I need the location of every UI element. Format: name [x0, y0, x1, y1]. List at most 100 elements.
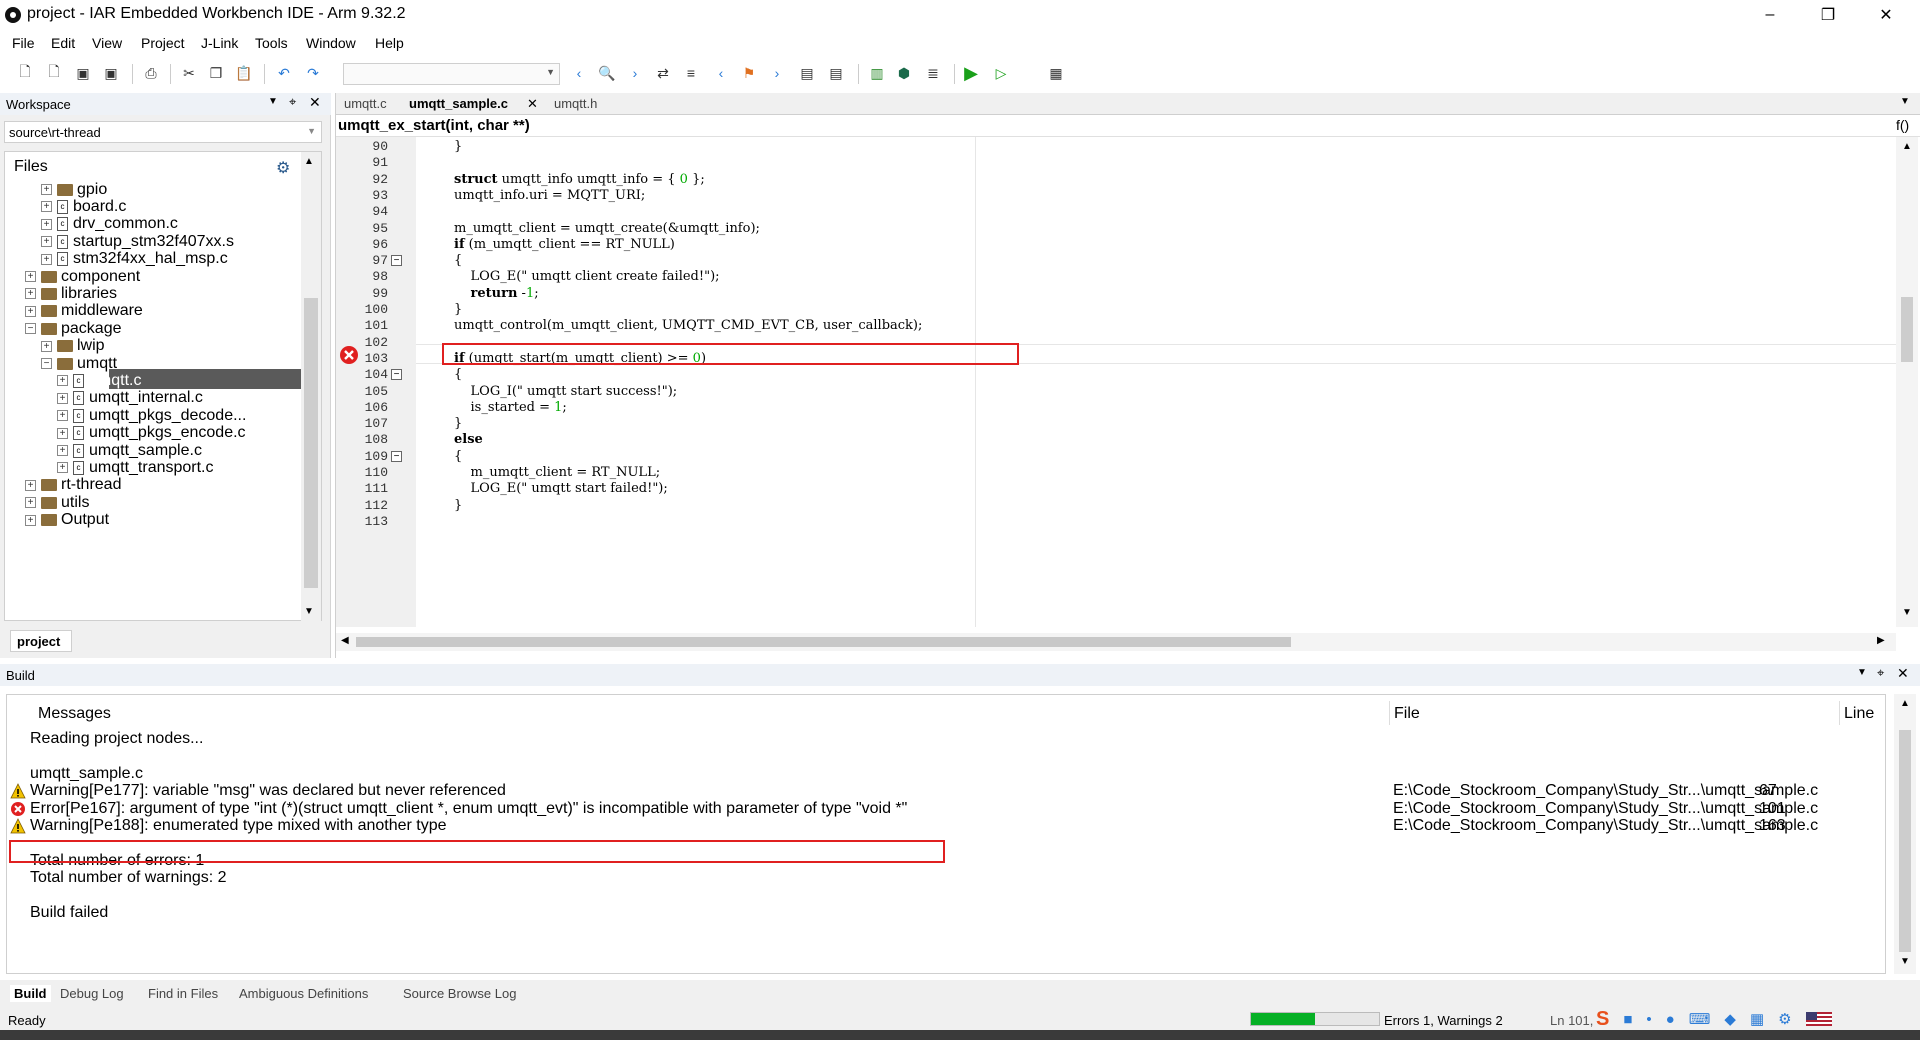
tree-folder[interactable]: + Output: [25, 510, 109, 531]
expand-toggle-icon[interactable]: +: [57, 375, 68, 387]
save-all-icon[interactable]: ▣: [100, 62, 122, 84]
breakpoint-list-icon[interactable]: ≣: [922, 62, 944, 84]
build-message[interactable]: Error[Pe167]: argument of type "int (*)(…: [30, 800, 907, 818]
expand-toggle-icon[interactable]: +: [57, 427, 68, 439]
expand-toggle-icon[interactable]: −: [25, 323, 36, 335]
skin-icon[interactable]: ◆: [1724, 1010, 1736, 1028]
dropdown-icon[interactable]: ▼: [268, 96, 278, 107]
code-line[interactable]: if (m_umqtt_client == RT_NULL): [454, 237, 675, 252]
expand-toggle-icon[interactable]: +: [41, 184, 52, 195]
download-icon[interactable]: ▥: [866, 62, 888, 84]
bookmark-icon[interactable]: ⚑: [738, 62, 760, 84]
paste-icon[interactable]: 📋: [233, 62, 255, 84]
scroll-up-icon[interactable]: ▲: [1902, 141, 1912, 152]
expand-toggle-icon[interactable]: +: [41, 253, 52, 265]
editor-vertical-scrollbar[interactable]: ▲ ▼: [1896, 137, 1918, 627]
keyboard-icon[interactable]: ⌨: [1689, 1010, 1711, 1028]
scroll-thumb[interactable]: [1901, 297, 1913, 362]
menu-view[interactable]: View: [92, 35, 122, 51]
sogou-icon[interactable]: S: [1596, 1008, 1609, 1031]
expand-toggle-icon[interactable]: +: [57, 445, 68, 456]
menu-jlink[interactable]: J-Link: [201, 35, 238, 51]
save-icon[interactable]: ▣: [72, 62, 94, 84]
tab-umqtt-h[interactable]: umqtt.h: [554, 96, 597, 111]
tab-umqtt-sample-c[interactable]: umqtt_sample.c: [409, 96, 508, 111]
code-line[interactable]: m_umqtt_client = RT_NULL;: [454, 465, 661, 480]
find-icon[interactable]: 🔍: [596, 62, 618, 84]
debug-icon[interactable]: ⬢: [893, 62, 915, 84]
build-message[interactable]: Total number of warnings: 2: [30, 869, 227, 887]
close-button[interactable]: ✕: [1863, 0, 1909, 30]
find-combo[interactable]: ▼: [343, 63, 560, 85]
undo-icon[interactable]: ↶: [273, 62, 295, 84]
pin-icon[interactable]: ⌖: [289, 94, 296, 110]
punctuation-icon[interactable]: •: [1646, 1011, 1651, 1028]
debug-no-download-icon[interactable]: ▷: [990, 62, 1012, 84]
expand-toggle-icon[interactable]: +: [41, 218, 52, 230]
scroll-thumb[interactable]: [356, 637, 1291, 647]
scroll-up-icon[interactable]: ▲: [1900, 698, 1910, 709]
expand-toggle-icon[interactable]: +: [57, 392, 68, 404]
redo-icon[interactable]: ↷: [302, 62, 324, 84]
build-message[interactable]: umqtt_sample.c: [30, 765, 143, 783]
goto-icon[interactable]: ≡: [680, 62, 702, 84]
code-line[interactable]: struct umqtt_info umqtt_info = { 0 };: [454, 172, 705, 187]
compile-icon[interactable]: ▤: [796, 62, 818, 84]
replace-icon[interactable]: ⇄: [652, 62, 674, 84]
language-icon[interactable]: ■: [1623, 1011, 1632, 1028]
debug-go-icon[interactable]: ▶: [960, 62, 982, 84]
tab-umqtt-c[interactable]: umqtt.c: [344, 96, 387, 111]
workspace-scrollbar[interactable]: ▲ ▼: [301, 152, 321, 622]
build-message[interactable]: Reading project nodes...: [30, 730, 203, 748]
close-icon[interactable]: ✕: [1897, 665, 1909, 682]
code-line[interactable]: umqtt_control(m_umqtt_client, UMQTT_CMD_…: [454, 318, 922, 333]
tab-build[interactable]: Build: [10, 985, 51, 1002]
expand-toggle-icon[interactable]: +: [25, 288, 36, 300]
tab-project[interactable]: project: [10, 630, 72, 652]
menu-tools[interactable]: Tools: [255, 35, 288, 51]
back-icon[interactable]: ‹: [568, 62, 590, 84]
pin-icon[interactable]: ⌖: [1877, 665, 1884, 681]
expand-toggle-icon[interactable]: +: [25, 514, 36, 526]
code-line[interactable]: else: [454, 432, 483, 447]
expand-toggle-icon[interactable]: +: [25, 479, 36, 491]
scroll-down-icon[interactable]: ▼: [1902, 607, 1912, 618]
build-message-file[interactable]: E:\Code_Stockroom_Company\Study_Str...\u…: [1393, 782, 1818, 800]
menu-file[interactable]: File: [12, 35, 35, 51]
expand-toggle-icon[interactable]: +: [41, 340, 52, 352]
build-message-file[interactable]: E:\Code_Stockroom_Company\Study_Str...\u…: [1393, 817, 1818, 835]
settings-icon[interactable]: ⚙: [1778, 1010, 1791, 1028]
configuration-select[interactable]: source\rt-thread ▼: [4, 121, 322, 143]
function-icon[interactable]: f(): [1896, 117, 1909, 133]
code-line[interactable]: m_umqtt_client = umqtt_create(&umqtt_inf…: [454, 221, 760, 236]
tab-source-browse-log[interactable]: Source Browse Log: [403, 986, 516, 1001]
microphone-icon[interactable]: ●: [1666, 1011, 1675, 1028]
tabs-dropdown-icon[interactable]: ▼: [1900, 96, 1910, 107]
close-tab-icon[interactable]: ✕: [527, 96, 538, 112]
forward-icon[interactable]: ›: [624, 62, 646, 84]
code-line[interactable]: LOG_I(" umqtt start success!");: [454, 384, 678, 399]
expand-toggle-icon[interactable]: +: [25, 271, 36, 282]
restore-button[interactable]: ❐: [1805, 0, 1851, 30]
code-line[interactable]: umqtt_info.uri = MQTT_URI;: [454, 188, 645, 203]
menu-edit[interactable]: Edit: [51, 35, 75, 51]
expand-toggle-icon[interactable]: +: [41, 236, 52, 248]
menu-project[interactable]: Project: [141, 35, 185, 51]
code-line[interactable]: LOG_E(" umqtt client create failed!");: [454, 269, 720, 284]
fold-toggle-icon[interactable]: −: [391, 450, 402, 462]
close-icon[interactable]: ✕: [309, 94, 321, 111]
new-file-icon[interactable]: 🗋: [14, 62, 36, 84]
tab-ambiguous-definitions[interactable]: Ambiguous Definitions: [239, 986, 368, 1001]
print-icon[interactable]: ⎙: [140, 62, 162, 84]
expand-toggle-icon[interactable]: +: [25, 497, 36, 509]
cut-icon[interactable]: ✂: [178, 62, 200, 84]
scroll-down-icon[interactable]: ▼: [1900, 956, 1910, 967]
expand-toggle-icon[interactable]: +: [57, 410, 68, 422]
build-message-file[interactable]: E:\Code_Stockroom_Company\Study_Str...\u…: [1393, 800, 1818, 818]
scroll-thumb[interactable]: [1899, 730, 1911, 952]
code-line[interactable]: LOG_E(" umqtt start failed!");: [454, 481, 668, 496]
nav-back-icon[interactable]: ‹: [710, 62, 732, 84]
minimize-button[interactable]: –: [1747, 0, 1793, 30]
code-line[interactable]: {: [454, 449, 462, 464]
menu-window[interactable]: Window: [306, 35, 356, 51]
